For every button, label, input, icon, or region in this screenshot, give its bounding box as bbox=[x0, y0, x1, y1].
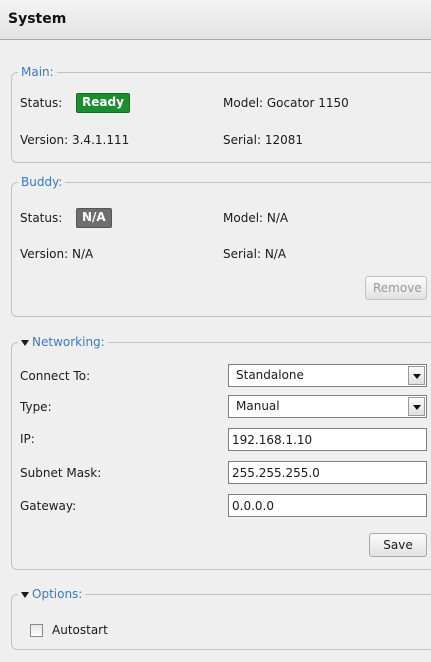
panel-header: System bbox=[0, 0, 431, 40]
collapse-caret-icon[interactable] bbox=[21, 591, 29, 598]
networking-legend-label: Networking: bbox=[32, 335, 105, 349]
buddy-serial: Serial: N/A bbox=[223, 247, 287, 261]
main-status-label: Status: bbox=[20, 96, 63, 110]
main-legend-label: Main: bbox=[21, 65, 54, 79]
ip-label: IP: bbox=[20, 432, 35, 446]
connect-to-label: Connect To: bbox=[20, 369, 91, 383]
gateway-input[interactable] bbox=[228, 494, 427, 517]
networking-legend[interactable]: Networking: bbox=[18, 335, 108, 350]
autostart-label[interactable]: Autostart bbox=[52, 622, 108, 638]
main-model: Model: Gocator 1150 bbox=[223, 96, 349, 110]
type-value: Manual bbox=[236, 399, 280, 413]
type-select[interactable]: Manual bbox=[228, 395, 427, 418]
main-status-badge: Ready bbox=[76, 93, 130, 113]
save-button[interactable]: Save bbox=[369, 533, 427, 557]
panel-title: System bbox=[8, 11, 67, 27]
autostart-checkbox[interactable] bbox=[30, 624, 43, 637]
connect-to-value: Standalone bbox=[236, 368, 304, 382]
remove-button[interactable]: Remove bbox=[365, 276, 427, 300]
gateway-label: Gateway: bbox=[20, 499, 77, 513]
options-legend[interactable]: Options: bbox=[18, 587, 86, 602]
main-group: Main: bbox=[11, 65, 431, 163]
connect-to-select[interactable]: Standalone bbox=[228, 364, 427, 387]
dropdown-arrow-icon[interactable] bbox=[408, 397, 425, 416]
dropdown-arrow-icon[interactable] bbox=[408, 366, 425, 385]
main-version: Version: 3.4.1.111 bbox=[20, 133, 130, 147]
system-panel: System Main: Status: Ready Model: Gocato… bbox=[0, 0, 431, 662]
type-label: Type: bbox=[20, 400, 52, 414]
buddy-legend-label: Buddy: bbox=[21, 175, 63, 189]
main-legend: Main: bbox=[18, 65, 57, 80]
ip-input[interactable] bbox=[228, 428, 427, 451]
buddy-model: Model: N/A bbox=[223, 211, 289, 225]
subnet-mask-label: Subnet Mask: bbox=[20, 466, 102, 480]
collapse-caret-icon[interactable] bbox=[21, 339, 29, 346]
buddy-status-label: Status: bbox=[20, 211, 63, 225]
options-legend-label: Options: bbox=[32, 587, 83, 601]
buddy-status-badge: N/A bbox=[76, 208, 112, 228]
main-serial: Serial: 12081 bbox=[223, 133, 303, 147]
subnet-mask-input[interactable] bbox=[228, 461, 427, 484]
buddy-legend: Buddy: bbox=[18, 175, 66, 190]
buddy-version: Version: N/A bbox=[20, 247, 94, 261]
